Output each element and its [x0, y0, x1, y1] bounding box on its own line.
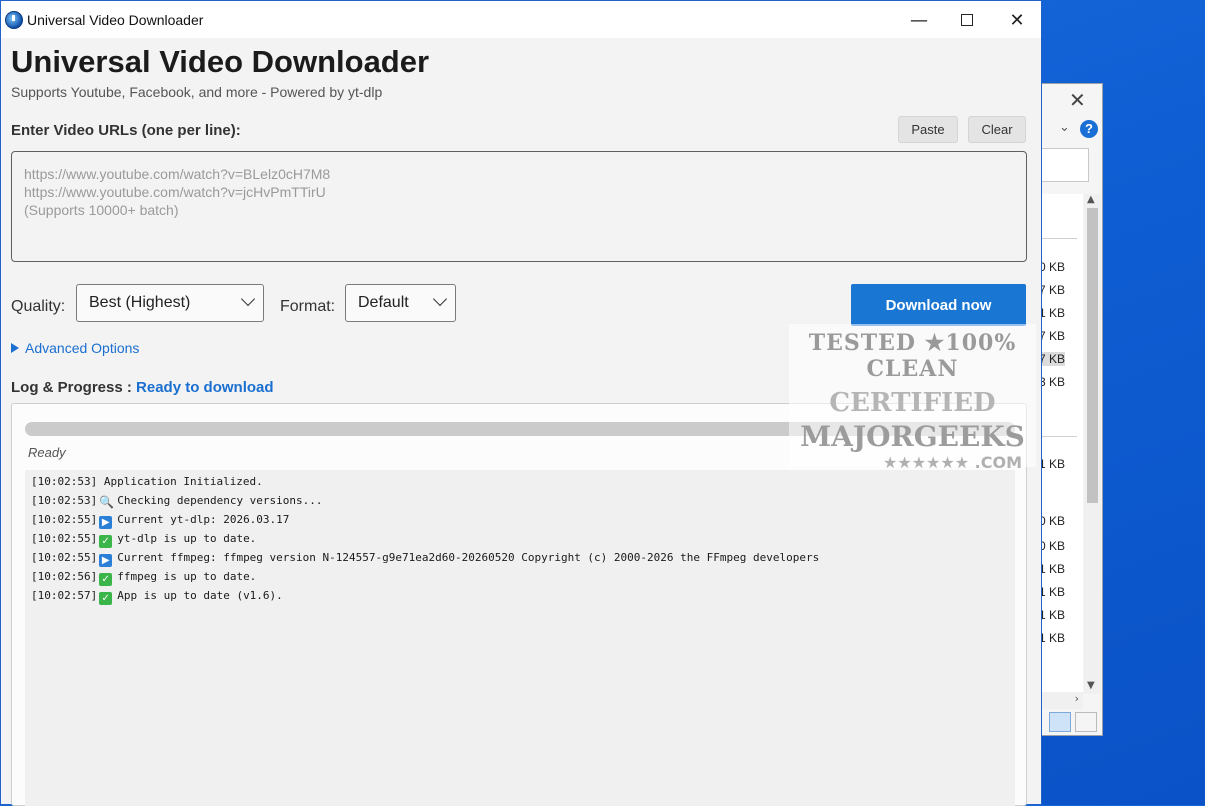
- log-line: [10:02:53] 🔍 Checking dependency versions.…: [31, 494, 323, 509]
- urls-label: Enter Video URLs (one per line):: [11, 122, 241, 139]
- log-line: [10:02:55] ▶ Current yt-dlp: 2026.03.17: [31, 513, 289, 529]
- log-line: [10:02:55] ✓ yt-dlp is up to date.: [31, 532, 256, 548]
- quality-value: Best (Highest): [89, 294, 191, 311]
- paste-button[interactable]: Paste: [898, 116, 958, 143]
- log-output[interactable]: [10:02:53] Application Initialized. [10:0…: [25, 470, 1015, 806]
- log-message: Application Initialized.: [103, 475, 263, 488]
- scroll-down-icon[interactable]: ▼: [1087, 680, 1095, 691]
- chevron-down-icon: [240, 291, 256, 307]
- log-message: ffmpeg is up to date.: [117, 570, 257, 583]
- advanced-options-label: Advanced Options: [25, 340, 140, 356]
- log-message: Checking dependency versions...: [117, 494, 323, 507]
- close-button[interactable]: ✕: [994, 5, 1040, 35]
- watermark-line: TESTED ★100% CLEAN: [808, 330, 1017, 382]
- magnifier-icon: 🔍: [99, 495, 115, 509]
- close-icon: ✕: [1009, 9, 1025, 31]
- chevron-down-icon: [432, 291, 448, 307]
- page-subtitle: Supports Youtube, Facebook, and more - P…: [11, 84, 383, 100]
- download-now-button[interactable]: Download now: [851, 284, 1026, 326]
- status-text: Ready to download: [136, 379, 274, 396]
- play-icon: ▶: [99, 554, 113, 567]
- play-icon: ▶: [99, 516, 113, 529]
- format-label: Format:: [280, 298, 336, 315]
- maximize-button[interactable]: [944, 5, 990, 35]
- log-message: App is up to date (v1.6).: [117, 589, 283, 602]
- url-placeholder-line: (Supports 10000+ batch): [24, 202, 179, 218]
- log-timestamp: [10:02:53]: [31, 494, 98, 507]
- check-icon: ✓: [99, 535, 113, 548]
- check-icon: ✓: [99, 592, 113, 605]
- format-select[interactable]: Default: [345, 284, 456, 322]
- log-timestamp: [10:02:57]: [31, 589, 98, 602]
- clear-button[interactable]: Clear: [968, 116, 1026, 143]
- close-icon[interactable]: ✕: [1069, 88, 1086, 112]
- log-message: Current ffmpeg: ffmpeg version N-124557-…: [117, 551, 820, 564]
- format-value: Default: [358, 294, 409, 311]
- log-line: [10:02:53] Application Initialized.: [31, 475, 263, 488]
- progress-text: Ready: [28, 445, 66, 460]
- log-timestamp: [10:02:55]: [31, 532, 98, 545]
- thumbnail-view-icon[interactable]: [1075, 712, 1097, 732]
- chevron-down-icon[interactable]: ⌄: [1059, 120, 1070, 135]
- url-placeholder-line: https://www.youtube.com/watch?v=BLelz0cH…: [24, 166, 331, 182]
- log-line: [10:02:55] ▶ Current ffmpeg: ffmpeg versio…: [31, 551, 819, 567]
- maximize-icon: [961, 14, 973, 26]
- divider: [1039, 238, 1077, 239]
- scrollbar-thumb[interactable]: [1087, 208, 1098, 503]
- scroll-up-icon[interactable]: ▲: [1087, 194, 1095, 205]
- watermark-line: MAJORGEEKS: [800, 420, 1025, 453]
- log-timestamp: [10:02:55]: [31, 551, 98, 564]
- help-icon[interactable]: ?: [1080, 120, 1098, 138]
- window-title: Universal Video Downloader: [27, 12, 204, 28]
- check-icon: ✓: [99, 573, 113, 586]
- title-bar[interactable]: Universal Video Downloader — ✕: [1, 1, 1041, 38]
- triangle-right-icon: [11, 343, 19, 353]
- app-logo-icon: [5, 11, 23, 29]
- log-line: [10:02:57] ✓ App is up to date (v1.6).: [31, 589, 283, 605]
- log-timestamp: [10:02:56]: [31, 570, 98, 583]
- vertical-scrollbar[interactable]: ▲ ▼: [1084, 194, 1101, 694]
- scroll-right-icon[interactable]: ›: [1075, 692, 1079, 705]
- quality-select[interactable]: Best (Highest): [76, 284, 264, 322]
- log-message: yt-dlp is up to date.: [117, 532, 257, 545]
- log-message: Current yt-dlp: 2026.03.17: [117, 513, 290, 526]
- minimize-button[interactable]: —: [896, 5, 942, 35]
- url-placeholder-line: https://www.youtube.com/watch?v=jcHvPmTT…: [24, 184, 326, 200]
- log-line: [10:02:56] ✓ ffmpeg is up to date.: [31, 570, 256, 586]
- log-label-text: Log & Progress :: [11, 379, 132, 396]
- majorgeeks-watermark: TESTED ★100% CLEAN CERTIFIED MAJORGEEKS …: [789, 324, 1036, 472]
- url-input[interactable]: https://www.youtube.com/watch?v=BLelz0cH…: [11, 151, 1027, 262]
- quality-label: Quality:: [11, 298, 66, 315]
- watermark-line: CERTIFIED: [829, 388, 996, 418]
- details-view-icon[interactable]: [1049, 712, 1071, 732]
- page-title: Universal Video Downloader: [11, 44, 430, 79]
- log-progress-label: Log & Progress : Ready to download: [11, 379, 274, 396]
- minimize-icon: —: [910, 9, 928, 31]
- log-timestamp: [10:02:53]: [31, 475, 98, 488]
- log-timestamp: [10:02:55]: [31, 513, 98, 526]
- watermark-line: ★★★★★★ .COM: [883, 453, 1022, 472]
- advanced-options-toggle[interactable]: Advanced Options: [11, 340, 139, 356]
- divider: [1039, 436, 1077, 437]
